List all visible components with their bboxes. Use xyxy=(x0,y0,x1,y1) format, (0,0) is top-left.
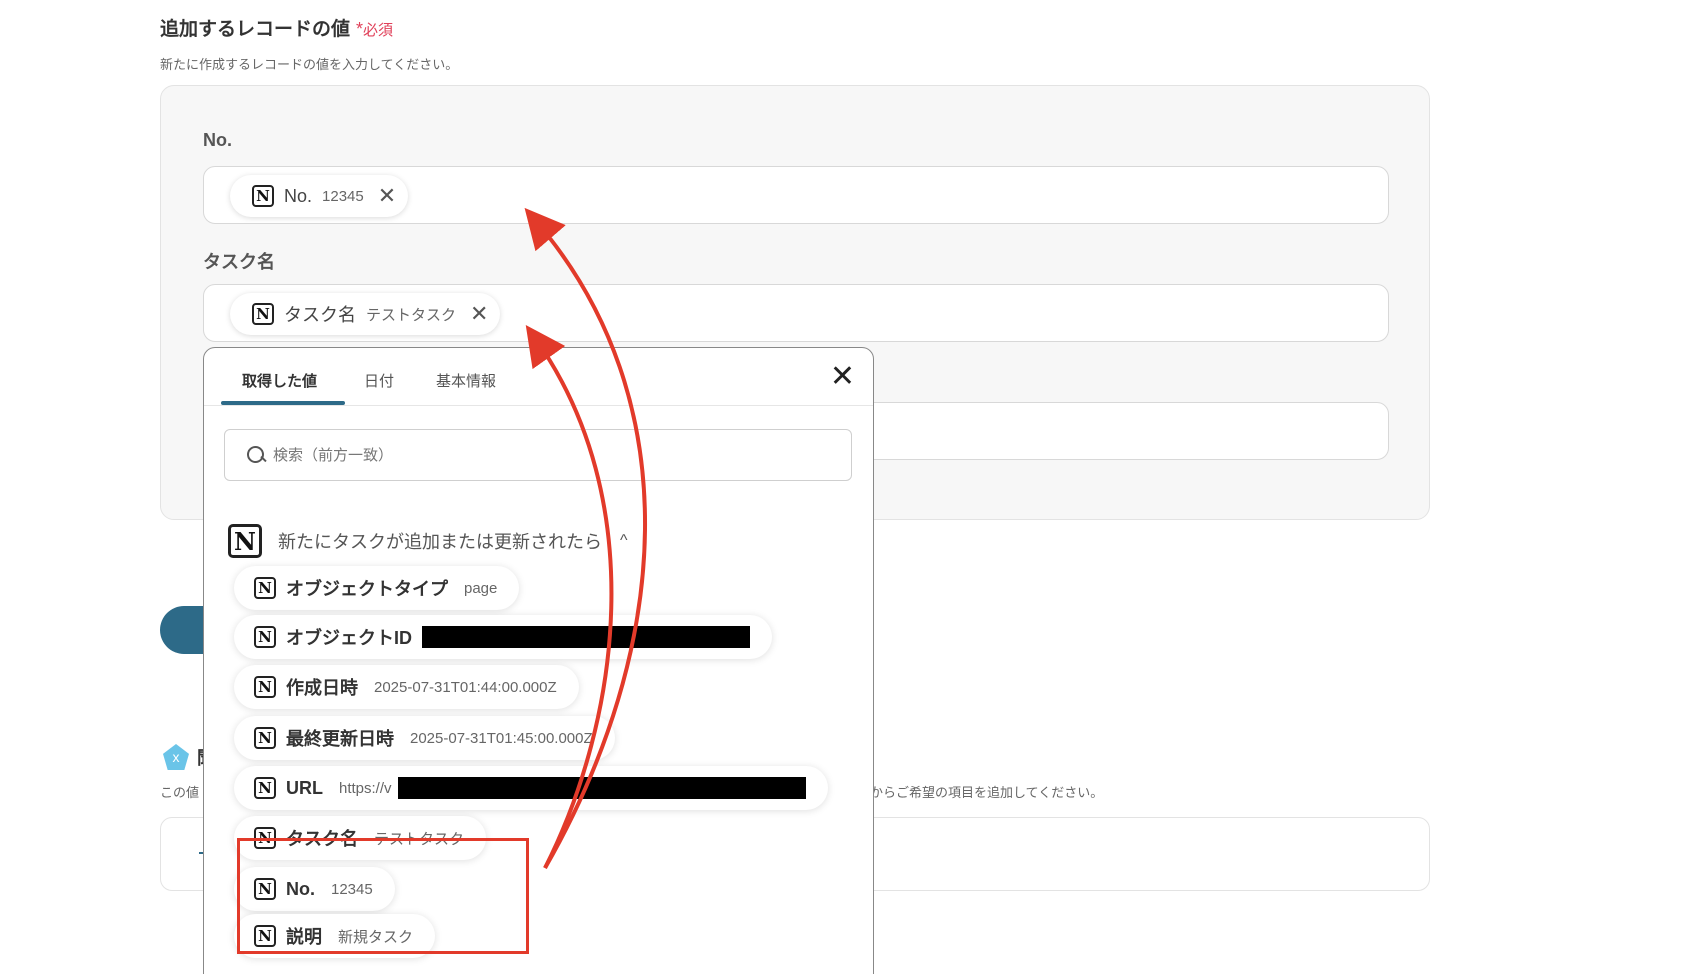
remove-chip-icon[interactable]: ✕ xyxy=(378,185,396,207)
search-icon xyxy=(247,446,265,464)
field-label-task-name: タスク名 xyxy=(203,252,275,272)
tab-basic-info[interactable]: 基本情報 xyxy=(436,370,496,391)
notion-icon: N xyxy=(228,524,262,558)
notion-icon: N xyxy=(254,626,276,648)
redacted-value xyxy=(422,626,750,648)
search-input[interactable] xyxy=(273,446,833,464)
item-name: オブジェクトID xyxy=(286,628,412,648)
value-chip-task-name[interactable]: N タスク名 テストタスク ✕ xyxy=(230,293,501,335)
field-label-no: No. xyxy=(203,130,232,150)
redacted-value xyxy=(397,777,806,799)
annotation-highlight-box xyxy=(237,838,529,954)
search-field[interactable] xyxy=(224,429,852,481)
active-tab-indicator xyxy=(221,401,345,405)
item-value: 2025-07-31T01:45:00.000Z xyxy=(410,729,593,747)
item-name: 最終更新日時 xyxy=(286,729,394,749)
tab-date[interactable]: 日付 xyxy=(364,370,394,391)
section-title-text: 追加するレコードの値 xyxy=(160,19,351,40)
item-name: 作成日時 xyxy=(286,678,358,698)
item-name: URL xyxy=(286,777,323,798)
remove-chip-icon[interactable]: ✕ xyxy=(470,303,488,325)
chip-value: 12345 xyxy=(322,187,364,205)
chip-name: タスク名 xyxy=(284,305,356,325)
tab-acquired-values[interactable]: 取得した値 xyxy=(242,370,317,391)
notion-icon: N xyxy=(254,727,276,749)
required-star: * xyxy=(356,19,364,39)
value-item-url[interactable]: N URL https://v xyxy=(234,766,828,810)
item-value: page xyxy=(464,579,498,597)
notion-icon: N xyxy=(254,777,276,799)
picker-tabs: 取得した値 日付 基本情報 ✕ xyxy=(204,348,873,406)
notion-icon: N xyxy=(252,185,274,207)
background-description-right: からご希望の項目を追加してください。 xyxy=(870,785,1104,800)
chevron-up-icon[interactable]: ^ xyxy=(620,532,628,550)
group-title: 新たにタスクが追加または更新されたら xyxy=(278,532,602,552)
chip-value: テストタスク xyxy=(366,306,457,324)
background-description-left: この値 xyxy=(160,785,200,800)
field-input-task-name[interactable]: N タスク名 テストタスク ✕ xyxy=(203,284,1389,342)
item-name: オブジェクトタイプ xyxy=(286,579,448,599)
value-item-last-updated[interactable]: N 最終更新日時 2025-07-31T01:45:00.000Z xyxy=(234,716,615,760)
notion-icon: N xyxy=(254,676,276,698)
item-value: https://v xyxy=(339,779,392,797)
variable-icon: x xyxy=(163,744,189,770)
value-item-object-id[interactable]: N オブジェクトID xyxy=(234,615,772,659)
section-title: 追加するレコードの値 *必須 xyxy=(160,14,393,41)
notion-icon: N xyxy=(254,577,276,599)
value-item-object-type[interactable]: N オブジェクトタイプ page xyxy=(234,566,520,610)
field-input-no[interactable]: N No. 12345 ✕ xyxy=(203,166,1389,224)
required-label: 必須 xyxy=(363,22,394,39)
close-icon[interactable]: ✕ xyxy=(830,362,855,392)
trigger-group-header[interactable]: N 新たにタスクが追加または更新されたら ^ xyxy=(228,524,628,558)
notion-icon: N xyxy=(252,303,274,325)
chip-name: No. xyxy=(284,185,313,206)
required-badge: *必須 xyxy=(356,19,394,39)
value-item-created-at[interactable]: N 作成日時 2025-07-31T01:44:00.000Z xyxy=(234,665,579,709)
section-description: 新たに作成するレコードの値を入力してください。 xyxy=(160,57,459,72)
value-chip-no[interactable]: N No. 12345 ✕ xyxy=(230,175,409,217)
item-value: 2025-07-31T01:44:00.000Z xyxy=(374,678,557,696)
